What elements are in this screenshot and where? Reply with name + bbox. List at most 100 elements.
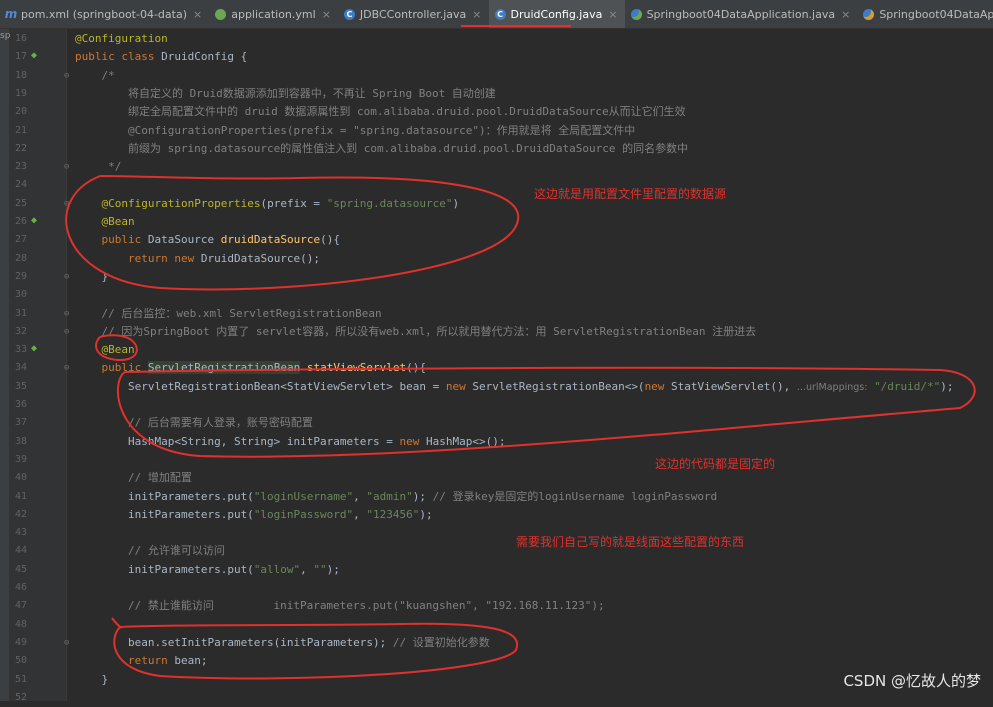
- tab-2[interactable]: C JDBCController.java ×: [338, 0, 489, 28]
- java-class-icon: C: [494, 8, 506, 20]
- code-line[interactable]: /*: [75, 67, 115, 85]
- tab-1[interactable]: application.yml ×: [209, 0, 338, 28]
- code-line[interactable]: @Bean: [75, 341, 135, 359]
- code-line[interactable]: bean.setInitParameters(initParameters); …: [75, 634, 490, 652]
- custom-config-annotation-note: 需要我们自己写的就是线面这些配置的东西: [516, 535, 745, 549]
- code-line[interactable]: public ServletRegistrationBean statViewS…: [75, 359, 426, 377]
- fold-marker-icon[interactable]: ⊖: [64, 199, 69, 209]
- spring-bean-gutter-icon[interactable]: ◆: [31, 343, 37, 354]
- tab-label: application.yml: [231, 7, 316, 21]
- line-number: 40: [15, 472, 28, 484]
- tab-4[interactable]: Springboot04DataApplication.java ×: [625, 0, 858, 28]
- line-number: 27: [15, 234, 28, 246]
- code-line[interactable]: }: [75, 268, 108, 286]
- line-number: 37: [15, 417, 28, 429]
- yml-icon: [215, 8, 227, 20]
- code-line[interactable]: // 允许谁可以访问: [75, 542, 225, 560]
- line-number: 24: [15, 179, 28, 191]
- code-line[interactable]: public DataSource druidDataSource(){: [75, 231, 340, 249]
- spring-app-icon: [630, 8, 642, 20]
- line-number: 43: [15, 527, 28, 539]
- line-number: 16: [15, 33, 28, 44]
- close-tab-icon[interactable]: ×: [608, 8, 617, 21]
- line-number: 34: [15, 362, 28, 374]
- code-line[interactable]: */: [75, 158, 121, 176]
- line-number: 30: [15, 289, 28, 301]
- close-tab-icon[interactable]: ×: [322, 8, 331, 21]
- line-number: 47: [15, 600, 28, 612]
- line-number: 25: [15, 197, 28, 209]
- spring-bean-gutter-icon[interactable]: ◆: [31, 215, 37, 226]
- active-tab-red-underline: [461, 25, 571, 27]
- code-line[interactable]: public class DruidConfig {: [75, 48, 247, 66]
- tab-label: Springboot04DataApplication.java: [646, 7, 836, 21]
- line-number: 46: [15, 582, 28, 593]
- close-tab-icon[interactable]: ×: [193, 8, 202, 21]
- code-line[interactable]: @Bean: [75, 213, 135, 231]
- code-line[interactable]: initParameters.put("loginUsername", "adm…: [75, 488, 717, 506]
- code-line[interactable]: 前缀为 spring.datasource的属性值注入到 com.alibaba…: [75, 140, 688, 158]
- tab-label: Springboot04DataApplicationTests.java: [879, 7, 993, 21]
- line-number: 38: [15, 435, 28, 447]
- tab-label: pom.xml (springboot-04-data): [21, 7, 187, 21]
- line-number: 18: [15, 69, 28, 81]
- code-line[interactable]: @Configuration: [75, 30, 168, 48]
- line-number: 31: [15, 307, 28, 319]
- line-number: 22: [15, 142, 28, 154]
- code-line[interactable]: // 后台监控：web.xml ServletRegistrationBean: [75, 305, 382, 323]
- code-line[interactable]: ServletRegistrationBean<StatViewServlet>…: [75, 378, 954, 396]
- line-number: 44: [15, 545, 28, 557]
- line-number: 50: [15, 655, 28, 667]
- line-number: 28: [15, 252, 28, 264]
- line-number: 23: [15, 161, 28, 173]
- line-number: 45: [15, 563, 28, 575]
- close-tab-icon[interactable]: ×: [472, 8, 481, 21]
- line-open-annotation: [111, 617, 123, 629]
- datasource-annotation-note: 这边就是用配置文件里配置的数据源: [534, 187, 727, 201]
- fold-marker-icon[interactable]: ⊖: [64, 162, 69, 172]
- line-number: 49: [15, 636, 28, 648]
- code-line[interactable]: HashMap<String, String> initParameters =…: [75, 433, 506, 451]
- fold-marker-icon[interactable]: ⊖: [64, 309, 69, 319]
- code-line[interactable]: // 因为SpringBoot 内置了 servlet容器，所以没有web.xm…: [75, 323, 757, 341]
- project-panel-edge[interactable]: sp: [0, 29, 11, 701]
- code-line[interactable]: initParameters.put("loginPassword", "123…: [75, 506, 433, 524]
- spring-bean-gutter-icon[interactable]: ◆: [31, 50, 37, 61]
- code-line[interactable]: // 禁止谁能访问 initParameters.put("kuangshen"…: [75, 597, 605, 615]
- line-number: 51: [15, 673, 28, 685]
- fold-marker-icon[interactable]: ⊖: [64, 327, 69, 337]
- fold-marker-icon[interactable]: ⊖: [64, 363, 69, 373]
- code-line[interactable]: return new DruidDataSource();: [75, 250, 320, 268]
- test-class-icon: [863, 8, 875, 20]
- project-panel-label: sp: [0, 31, 11, 41]
- tab-3[interactable]: C DruidConfig.java ×: [488, 0, 625, 28]
- code-line[interactable]: @ConfigurationProperties(prefix = "sprin…: [75, 195, 460, 213]
- line-number: 29: [15, 270, 28, 282]
- code-line[interactable]: }: [75, 671, 108, 689]
- code-line[interactable]: 将自定义的 Druid数据源添加到容器中，不再让 Spring Boot 自动创…: [75, 85, 496, 103]
- tab-0[interactable]: m pom.xml (springboot-04-data) ×: [0, 0, 209, 28]
- line-number: 52: [15, 691, 28, 703]
- line-number: 41: [15, 490, 28, 502]
- code-line[interactable]: initParameters.put("allow", "");: [75, 561, 340, 579]
- java-class-icon: C: [343, 8, 355, 20]
- line-number: 21: [15, 124, 28, 136]
- fold-marker-icon[interactable]: ⊖: [64, 272, 69, 282]
- code-line[interactable]: // 增加配置: [75, 469, 192, 487]
- tab-5[interactable]: Springboot04DataApplicationTests.java×: [857, 0, 993, 28]
- code-line[interactable]: return bean;: [75, 652, 208, 670]
- fold-marker-icon[interactable]: ⊖: [64, 71, 69, 81]
- line-number: 20: [15, 106, 28, 118]
- line-number: 48: [15, 618, 28, 630]
- code-line[interactable]: 绑定全局配置文件中的 druid 数据源属性到 com.alibaba.drui…: [75, 103, 686, 121]
- code-line[interactable]: // 后台需要有人登录，账号密码配置: [75, 414, 313, 432]
- line-number: 42: [15, 508, 28, 520]
- fixed-code-annotation-note: 这边的代码都是固定的: [655, 457, 776, 471]
- fold-marker-icon[interactable]: ⊖: [64, 638, 69, 648]
- code-line[interactable]: @ConfigurationProperties(prefix = "sprin…: [75, 122, 635, 140]
- tab-label: DruidConfig.java: [510, 7, 603, 21]
- line-number: 39: [15, 453, 28, 465]
- maven-icon: m: [4, 7, 18, 21]
- csdn-watermark: CSDN @忆故人的梦: [843, 672, 981, 690]
- close-tab-icon[interactable]: ×: [841, 8, 850, 21]
